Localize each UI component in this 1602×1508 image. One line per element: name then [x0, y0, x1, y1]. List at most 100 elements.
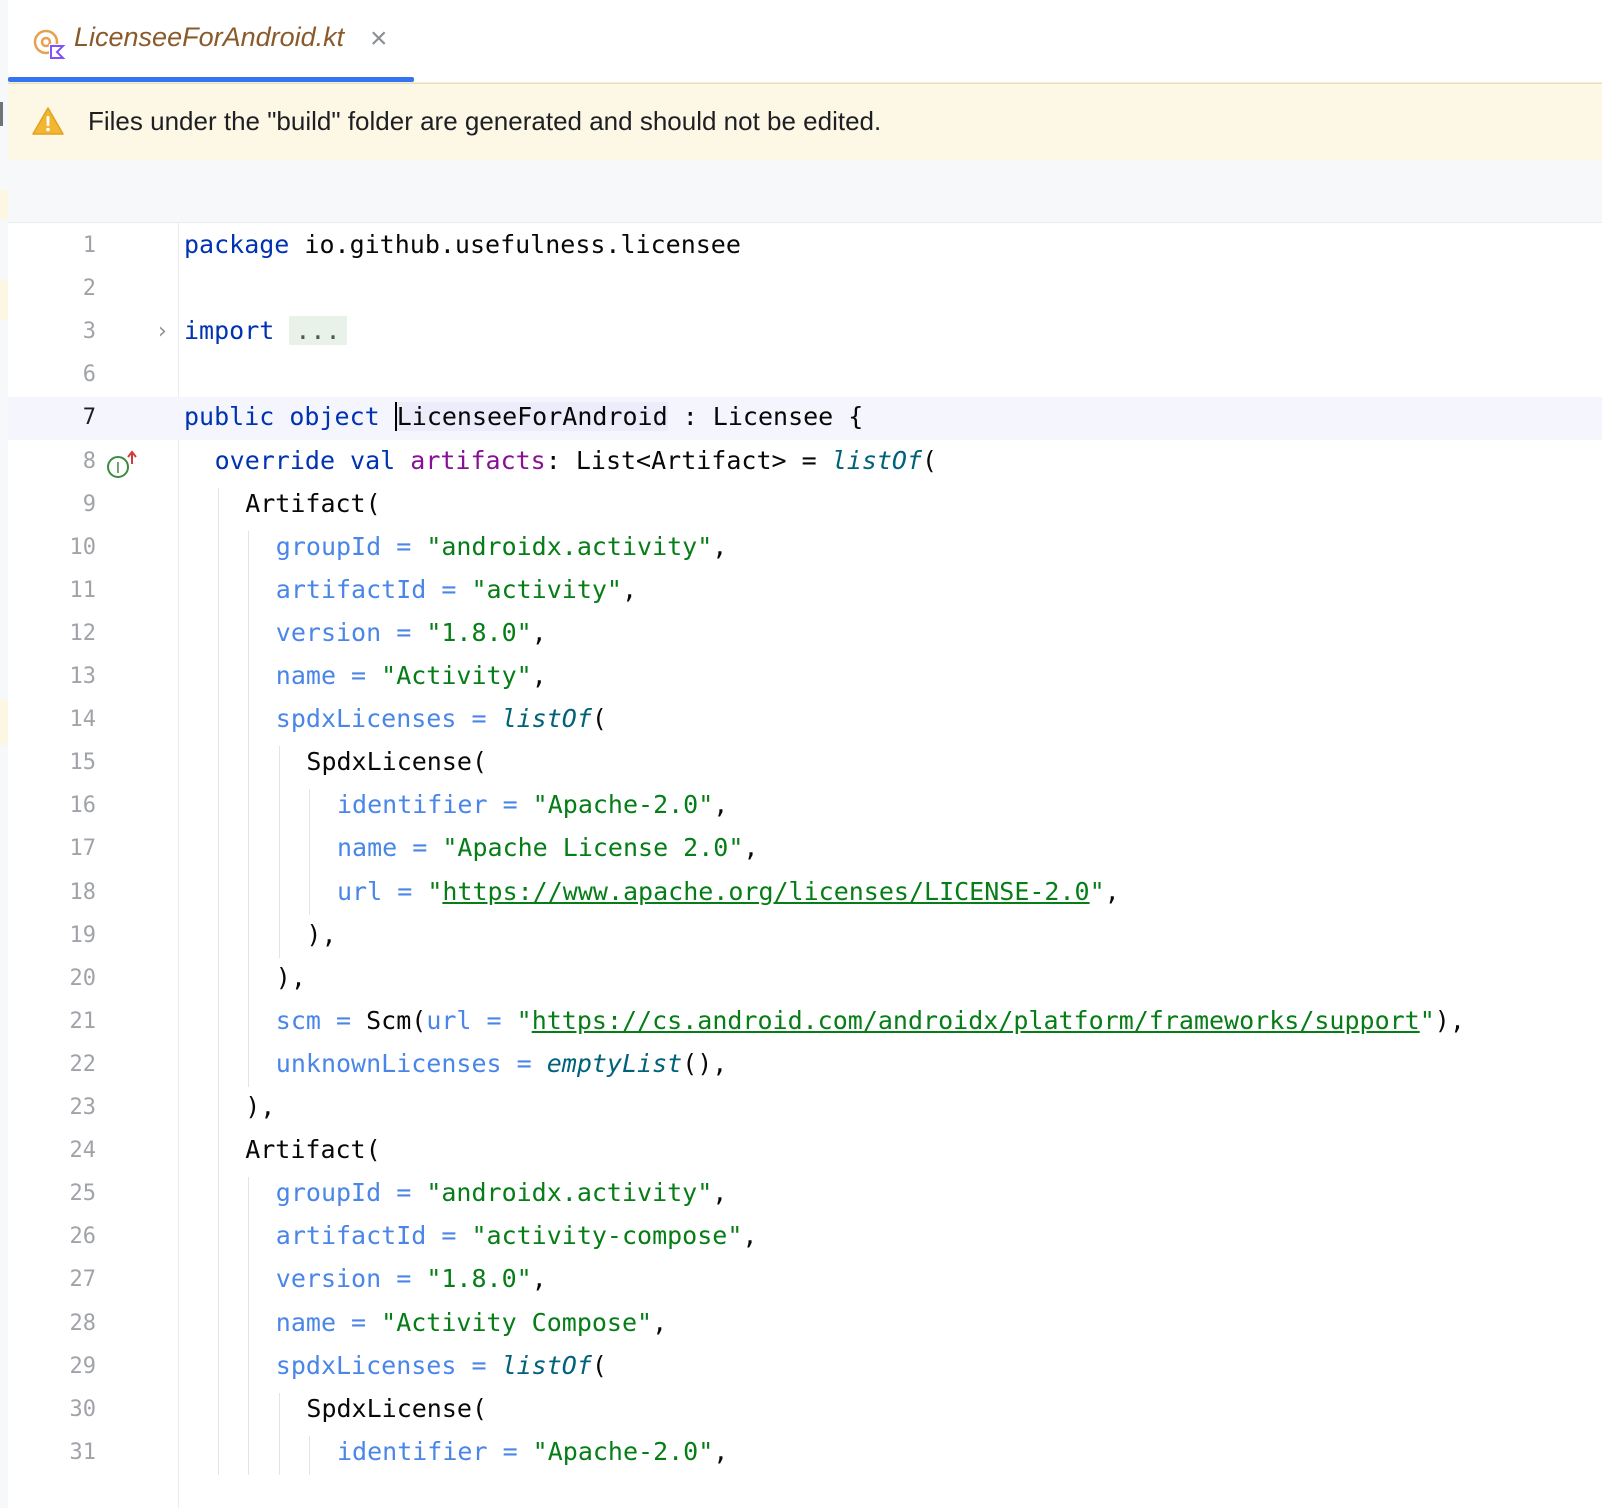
code-text: ),: [276, 963, 306, 992]
code-text: groupId = "androidx.activity",: [276, 1178, 728, 1207]
code-token: url =: [337, 876, 428, 906]
code-line[interactable]: 27 version = "1.8.0",: [8, 1259, 1602, 1302]
code-token: ),: [1434, 1005, 1465, 1035]
code-token: ,: [743, 833, 759, 863]
line-number: 28: [69, 1310, 97, 1336]
code-line[interactable]: 31 identifier = "Apache-2.0",: [8, 1432, 1602, 1475]
strip-highlight: [0, 700, 8, 745]
code-token: SpdxLicense(: [306, 747, 488, 777]
code-line[interactable]: 14 spdxLicenses = listOf(: [8, 699, 1602, 742]
code-line[interactable]: 30 SpdxLicense(: [8, 1389, 1602, 1432]
code-line[interactable]: 12 version = "1.8.0",: [8, 613, 1602, 656]
code-token: artifactId =: [275, 574, 472, 604]
code-text: groupId = "androidx.activity",: [276, 532, 728, 561]
code-token: ),: [275, 962, 306, 992]
code-token: "activity-compose": [471, 1221, 743, 1251]
code-token: package: [184, 230, 290, 259]
code-token: identifier =: [337, 1436, 533, 1466]
code-line[interactable]: 25 groupId = "androidx.activity",: [8, 1173, 1602, 1216]
indent-guide: [217, 487, 219, 1475]
kotlin-file-icon: [33, 29, 66, 59]
line-number: 9: [82, 491, 96, 517]
line-number: 29: [69, 1353, 97, 1379]
code-token: spdxLicenses =: [275, 1350, 502, 1380]
code-line[interactable]: 17 name = "Apache License 2.0",: [8, 828, 1602, 871]
code-line[interactable]: 20),: [8, 958, 1602, 1001]
code-line[interactable]: 28 name = "Activity Compose",: [8, 1303, 1602, 1346]
code-line[interactable]: 23),: [8, 1087, 1602, 1130]
fold-chevron-icon[interactable]: ›: [158, 319, 167, 344]
code-text: version = "1.8.0",: [276, 618, 547, 647]
code-token: ": [1419, 1005, 1435, 1035]
code-line[interactable]: 22 unknownLicenses = emptyList(),: [8, 1044, 1602, 1087]
file-tab[interactable]: LicenseeForAndroid.kt ×: [8, 0, 422, 82]
line-number: 8: [82, 448, 96, 474]
code-token: ),: [306, 919, 337, 949]
code-token: "Apache-2.0": [532, 790, 714, 820]
code-line[interactable]: 11 artifactId = "activity",: [8, 570, 1602, 613]
code-token: ,: [713, 1436, 729, 1466]
code-token: "androidx.activity": [426, 531, 713, 561]
indent-guide: [248, 530, 250, 1087]
code-token: version =: [275, 617, 427, 647]
code-token: scm =: [275, 1005, 367, 1035]
code-token: Artifact(: [245, 1135, 381, 1165]
code-token: "activity": [471, 574, 622, 604]
code-text: identifier = "Apache-2.0",: [337, 790, 728, 819]
code-token: : List<Artifact> =: [545, 445, 832, 475]
code-line[interactable]: 7 public object LicenseeForAndroid : Lice…: [8, 397, 1602, 441]
indent-guide: [278, 746, 280, 958]
code-line[interactable]: 29 spdxLicenses = listOf(: [8, 1346, 1602, 1389]
code-line[interactable]: 10 groupId = "androidx.activity",: [8, 527, 1602, 570]
code-text: spdxLicenses = listOf(: [276, 704, 607, 733]
code-text: import ...: [184, 316, 347, 346]
code-line[interactable]: 21 scm = Scm(url = "https://cs.android.co…: [8, 1001, 1602, 1044]
code-token: listOf: [501, 704, 592, 734]
code-line[interactable]: 26 artifactId = "activity-compose",: [8, 1216, 1602, 1259]
code-token: "androidx.activity": [426, 1178, 713, 1208]
code-text: scm = Scm(url = "https://cs.android.com/…: [276, 1006, 1465, 1035]
code-token: "Apache License 2.0": [442, 833, 744, 863]
code-line[interactable]: 8 Ioverride val artifacts: List<Artifact>…: [8, 441, 1602, 484]
code-line[interactable]: 24 Artifact(: [8, 1130, 1602, 1173]
code-token: ,: [712, 1178, 728, 1208]
code-token: "1.8.0": [426, 617, 532, 647]
code-token: identifier =: [337, 790, 533, 820]
line-number: 20: [69, 965, 97, 991]
code-line[interactable]: 9 Artifact(: [8, 484, 1602, 527]
code-text: ),: [245, 1092, 275, 1121]
implements-gutter-icon[interactable]: I: [106, 449, 138, 480]
code-text: version = "1.8.0",: [276, 1264, 547, 1293]
code-token: "Activity Compose": [381, 1307, 653, 1337]
code-line[interactable]: 6: [8, 354, 1602, 397]
code-line[interactable]: 19),: [8, 915, 1602, 958]
line-number: 31: [69, 1439, 97, 1465]
code-token: ),: [245, 1092, 276, 1121]
code-editor[interactable]: 1 package io.github.usefulness.licensee 2 3…: [8, 223, 1602, 1508]
code-line[interactable]: 15 SpdxLicense(: [8, 742, 1602, 785]
code-line[interactable]: 18 url = "https://www.apache.org/licenses…: [8, 872, 1602, 915]
warning-icon: [32, 107, 64, 135]
code-text: public object LicenseeForAndroid : Licen…: [184, 402, 863, 432]
line-number: 18: [69, 879, 97, 905]
code-token: Scm(: [366, 1005, 427, 1035]
code-text: Artifact(: [245, 489, 380, 518]
code-token: ,: [742, 1221, 758, 1251]
line-number: 12: [69, 620, 97, 646]
code-line[interactable]: 13 name = "Activity",: [8, 656, 1602, 699]
code-token: artifacts: [410, 445, 546, 475]
code-line[interactable]: 2: [8, 268, 1602, 311]
code-text: package io.github.usefulness.licensee: [184, 230, 741, 259]
code-token: emptyList: [546, 1048, 683, 1078]
code-token: name =: [337, 833, 443, 863]
code-token: listOf: [501, 1350, 592, 1380]
code-token: ,: [531, 661, 547, 690]
code-line[interactable]: 16 identifier = "Apache-2.0",: [8, 785, 1602, 828]
code-line[interactable]: 3 › import ...: [8, 311, 1602, 354]
code-line[interactable]: 1 package io.github.usefulness.licensee: [8, 225, 1602, 268]
line-number: 7: [82, 405, 96, 431]
code-text: artifactId = "activity-compose",: [276, 1221, 758, 1250]
line-number: 13: [69, 664, 97, 689]
close-icon[interactable]: ×: [370, 24, 388, 54]
strip-highlight: [0, 280, 8, 320]
